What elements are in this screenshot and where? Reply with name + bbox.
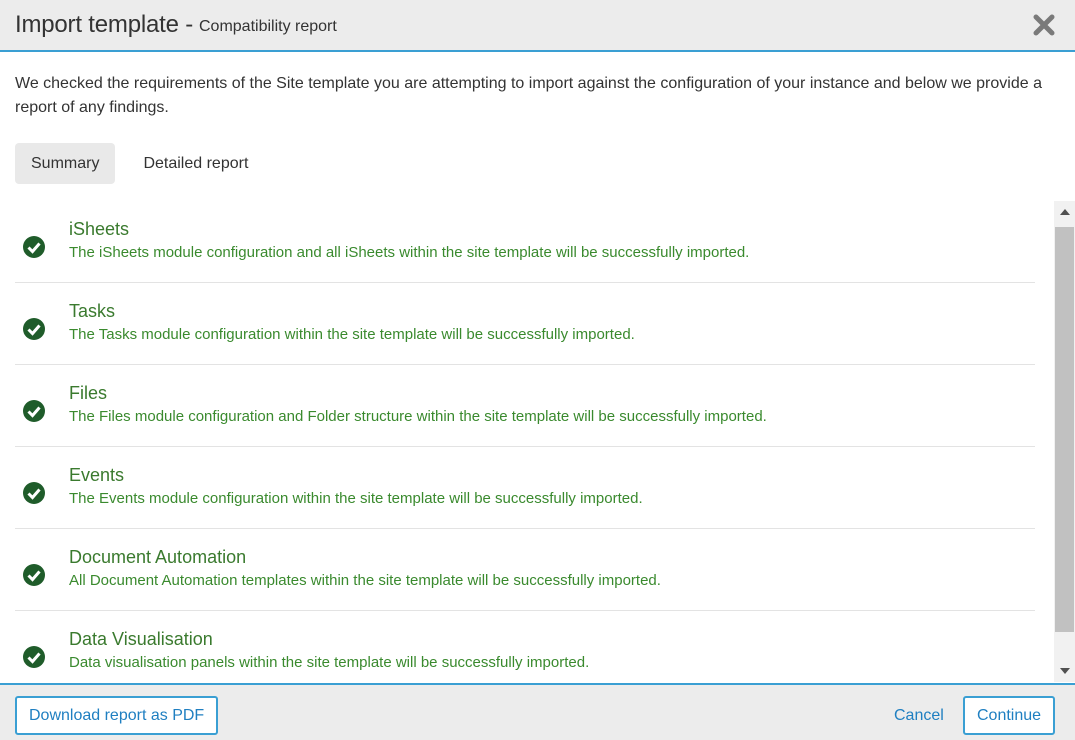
dialog-header: Import template - Compatibility report [0,0,1075,52]
tab-summary[interactable]: Summary [15,143,116,184]
item-name: iSheets [69,219,130,239]
check-circle-icon [23,236,45,258]
check-circle-icon [23,318,45,340]
list-scrollbar[interactable] [1054,201,1075,682]
item-name: Data Visualisation [69,629,213,649]
item-description: All Document Automation templates within… [69,572,661,589]
item-description: The Tasks module configuration within th… [69,326,635,343]
scroll-down-arrow-icon[interactable] [1054,660,1075,682]
item-description: Data visualisation panels within the sit… [69,654,590,671]
continue-button[interactable]: Continue [963,696,1056,735]
list-item: Document Automation All Document Automat… [15,529,1035,611]
report-tabs: Summary Detailed report [15,143,276,184]
dialog-subtitle: Compatibility report [199,18,337,35]
check-circle-icon [23,564,45,586]
check-circle-icon [23,646,45,668]
item-description: The iSheets module configuration and all… [69,244,750,261]
list-item: Data Visualisation Data visualisation pa… [15,611,1035,682]
close-icon[interactable] [1033,14,1055,36]
item-description: The Files module configuration and Folde… [69,408,767,425]
check-circle-icon [23,400,45,422]
list-item: Tasks The Tasks module configuration wit… [15,283,1035,365]
scrollbar-thumb[interactable] [1055,227,1074,632]
cancel-button[interactable]: Cancel [880,696,958,735]
dialog-title: Import template - [15,11,193,38]
findings-list-viewport: iSheets The iSheets module configuration… [15,201,1055,682]
item-name: Document Automation [69,547,247,567]
tab-detailed-report[interactable]: Detailed report [127,143,264,184]
item-description: The Events module configuration within t… [69,490,643,507]
scroll-up-arrow-icon[interactable] [1054,201,1075,223]
dialog-footer: Download report as PDF Cancel Continue [0,683,1075,740]
item-name: Events [69,465,125,485]
item-name: Files [69,383,108,403]
check-circle-icon [23,482,45,504]
list-item: Events The Events module configuration w… [15,447,1035,529]
download-pdf-button[interactable]: Download report as PDF [15,696,219,735]
findings-list: iSheets The iSheets module configuration… [15,201,1035,682]
item-name: Tasks [69,301,116,321]
list-item: iSheets The iSheets module configuration… [15,201,1035,283]
list-item: Files The Files module configuration and… [15,365,1035,447]
intro-text: We checked the requirements of the Site … [15,75,1042,116]
